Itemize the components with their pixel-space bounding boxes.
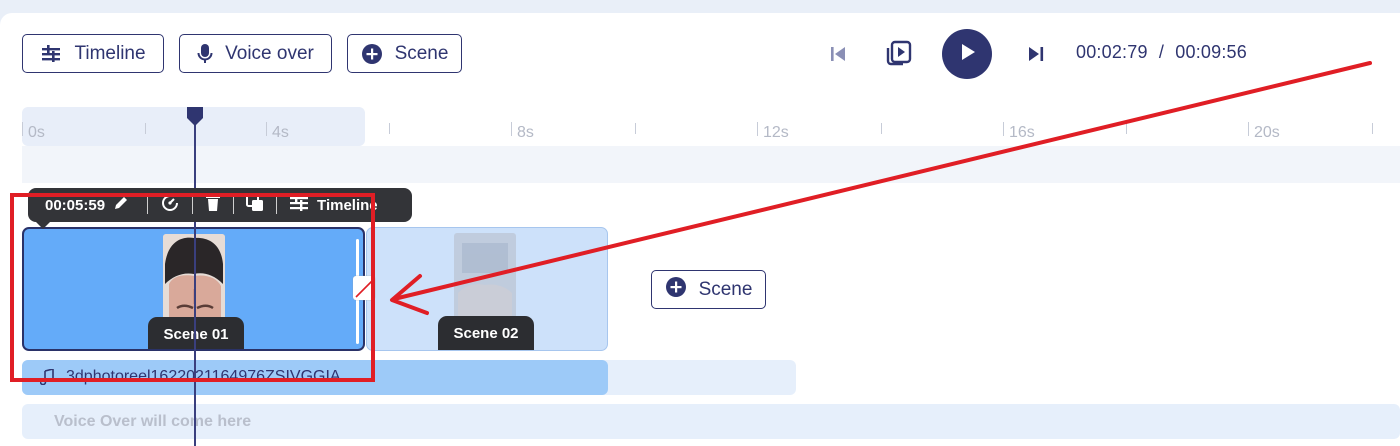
ruler-tick (881, 123, 882, 134)
ruler-tick (1248, 122, 1249, 136)
add-scene-button[interactable]: Scene (347, 34, 462, 73)
scene-label: Scene 02 (438, 316, 534, 350)
ruler-tick (266, 122, 267, 136)
ruler-label: 0s (28, 124, 45, 141)
ruler-label: 20s (1254, 124, 1280, 141)
scene-clip-02[interactable]: Scene 02 (366, 227, 608, 351)
ruler-tick (22, 122, 23, 136)
ruler-label: 8s (517, 124, 534, 141)
plus-circle-icon (361, 43, 383, 65)
ruler-tick (757, 122, 758, 136)
skip-next-icon[interactable] (1024, 42, 1048, 66)
ruler-label: 12s (763, 124, 789, 141)
timeline-button-label: Timeline (74, 42, 146, 64)
ruler-label: 16s (1009, 124, 1035, 141)
play-icon (956, 41, 978, 68)
ruler-tick (1003, 122, 1004, 136)
current-time: 00:02:79 (1076, 42, 1148, 62)
ruler-tick (1372, 123, 1373, 134)
total-time: 00:09:56 (1175, 42, 1247, 62)
ruler-label: 4s (272, 124, 289, 141)
plus-circle-icon (665, 276, 687, 304)
playback-time: 00:02:79 / 00:09:56 (1076, 42, 1247, 63)
voiceover-button-label: Voice over (225, 42, 314, 64)
playhead-handle[interactable] (185, 107, 205, 127)
scene-thumbnail (454, 233, 516, 325)
ruler-tick (145, 123, 146, 134)
time-separator: / (1158, 42, 1165, 62)
play-button[interactable] (942, 29, 992, 79)
ruler-tick (1126, 123, 1127, 134)
add-scene-inline-label: Scene (698, 278, 753, 300)
timeline-button[interactable]: Timeline (22, 34, 164, 73)
timeline-icon (40, 44, 62, 64)
ruler-track (22, 146, 1400, 183)
ruler-tick (511, 122, 512, 136)
voiceover-button[interactable]: Voice over (179, 34, 332, 73)
add-scene-button-label: Scene (394, 42, 449, 64)
preview-scene-icon[interactable] (882, 36, 916, 70)
add-scene-inline-button[interactable]: Scene (651, 270, 766, 309)
ruler-tick (389, 123, 390, 134)
annotation-highlight-box (10, 193, 375, 382)
skip-previous-icon[interactable] (826, 42, 850, 66)
voiceover-placeholder: Voice Over will come here (54, 413, 252, 430)
microphone-icon (197, 43, 213, 65)
ruler-tick (635, 123, 636, 134)
